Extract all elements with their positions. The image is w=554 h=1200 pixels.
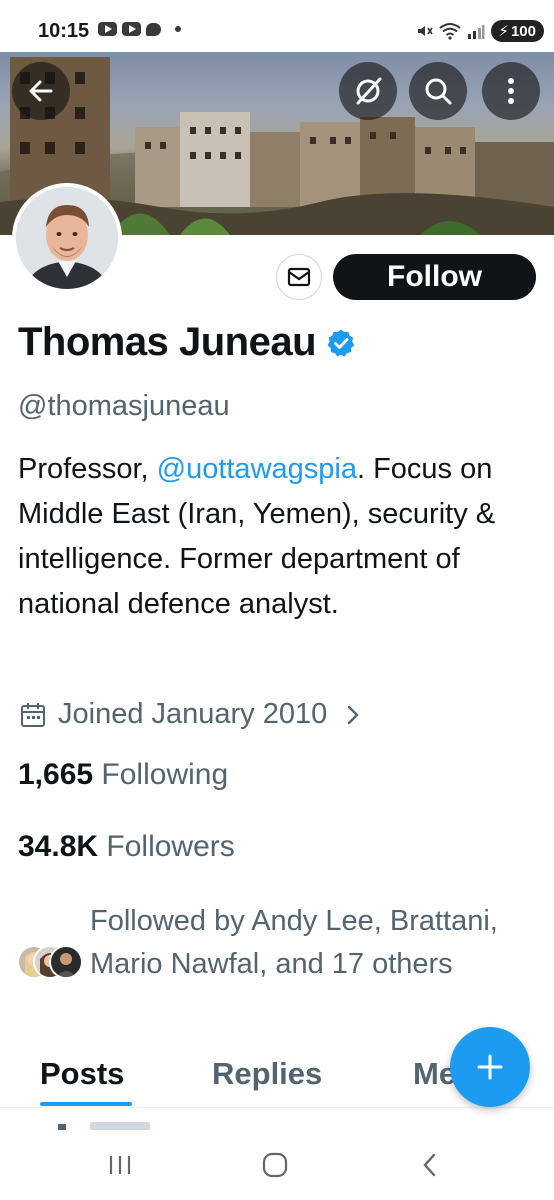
joined-date[interactable]: Joined January 2010 [20,698,361,731]
followers-label: Followers [106,830,235,863]
tab-posts[interactable]: Posts [40,1056,124,1092]
mail-icon [287,267,311,287]
following-label: Following [101,758,229,791]
chevron-right-icon [348,705,359,724]
search-icon [425,78,452,105]
home-button[interactable] [250,1148,300,1182]
following-stat[interactable]: 1,665 Following [18,758,228,792]
system-icons: ⚡ 100 [415,20,544,42]
followed-by-avatars [17,945,87,981]
grok-button[interactable] [339,62,397,120]
grok-icon [356,77,382,105]
message-button[interactable] [276,254,322,300]
battery-bolt-icon: ⚡ [498,23,509,40]
plus-icon [477,1054,503,1080]
wifi-icon [439,23,462,40]
search-button[interactable] [409,62,467,120]
profile-bio: Professor, @uottawagspia. Focus on Middl… [18,447,538,627]
following-count: 1,665 [18,758,94,791]
system-nav-bar [0,1130,554,1200]
back-chevron-icon [423,1153,436,1177]
profile-handle: @thomasjuneau [18,390,230,422]
dot-icon [175,26,181,32]
status-bar: 10:15 ⚡ 100 [0,0,554,52]
followers-stat[interactable]: 34.8K Followers [18,830,235,864]
profile-avatar[interactable] [12,183,122,293]
more-button[interactable] [482,62,540,120]
bio-mention-link[interactable]: @uottawagspia [157,453,357,485]
notification-icons [98,22,181,36]
avatar-photo [16,187,118,289]
follow-button[interactable]: Follow [333,254,536,300]
display-name: Thomas Juneau [18,320,317,364]
home-icon [262,1152,288,1178]
signal-icon [468,25,485,39]
bio-text: Professor, [18,453,157,485]
mute-icon [418,26,434,36]
active-tab-indicator [40,1102,132,1106]
battery-icon: ⚡ 100 [491,20,544,42]
system-back-button[interactable] [405,1148,455,1182]
youtube-icon [98,22,117,36]
youtube-icon [122,22,141,36]
more-vertical-icon [508,78,514,104]
tab-replies[interactable]: Replies [212,1056,322,1092]
followers-count: 34.8K [18,830,99,863]
battery-level: 100 [510,22,536,40]
mini-avatar [49,945,83,979]
recents-icon [109,1156,131,1174]
verified-badge-icon[interactable] [326,328,356,358]
followed-by-text[interactable]: Followed by Andy Lee, Brattani, Mario Na… [90,900,540,986]
calendar-icon [21,702,45,727]
back-button[interactable] [12,62,70,120]
back-arrow-icon [29,80,53,102]
status-time: 10:15 [38,20,90,42]
content-peek [40,1116,220,1130]
chat-bubble-icon [146,22,161,36]
recents-button[interactable] [95,1148,145,1182]
display-name-row: Thomas Juneau [18,320,356,365]
joined-label: Joined January 2010 [58,698,328,730]
compose-post-button[interactable] [450,1027,530,1107]
